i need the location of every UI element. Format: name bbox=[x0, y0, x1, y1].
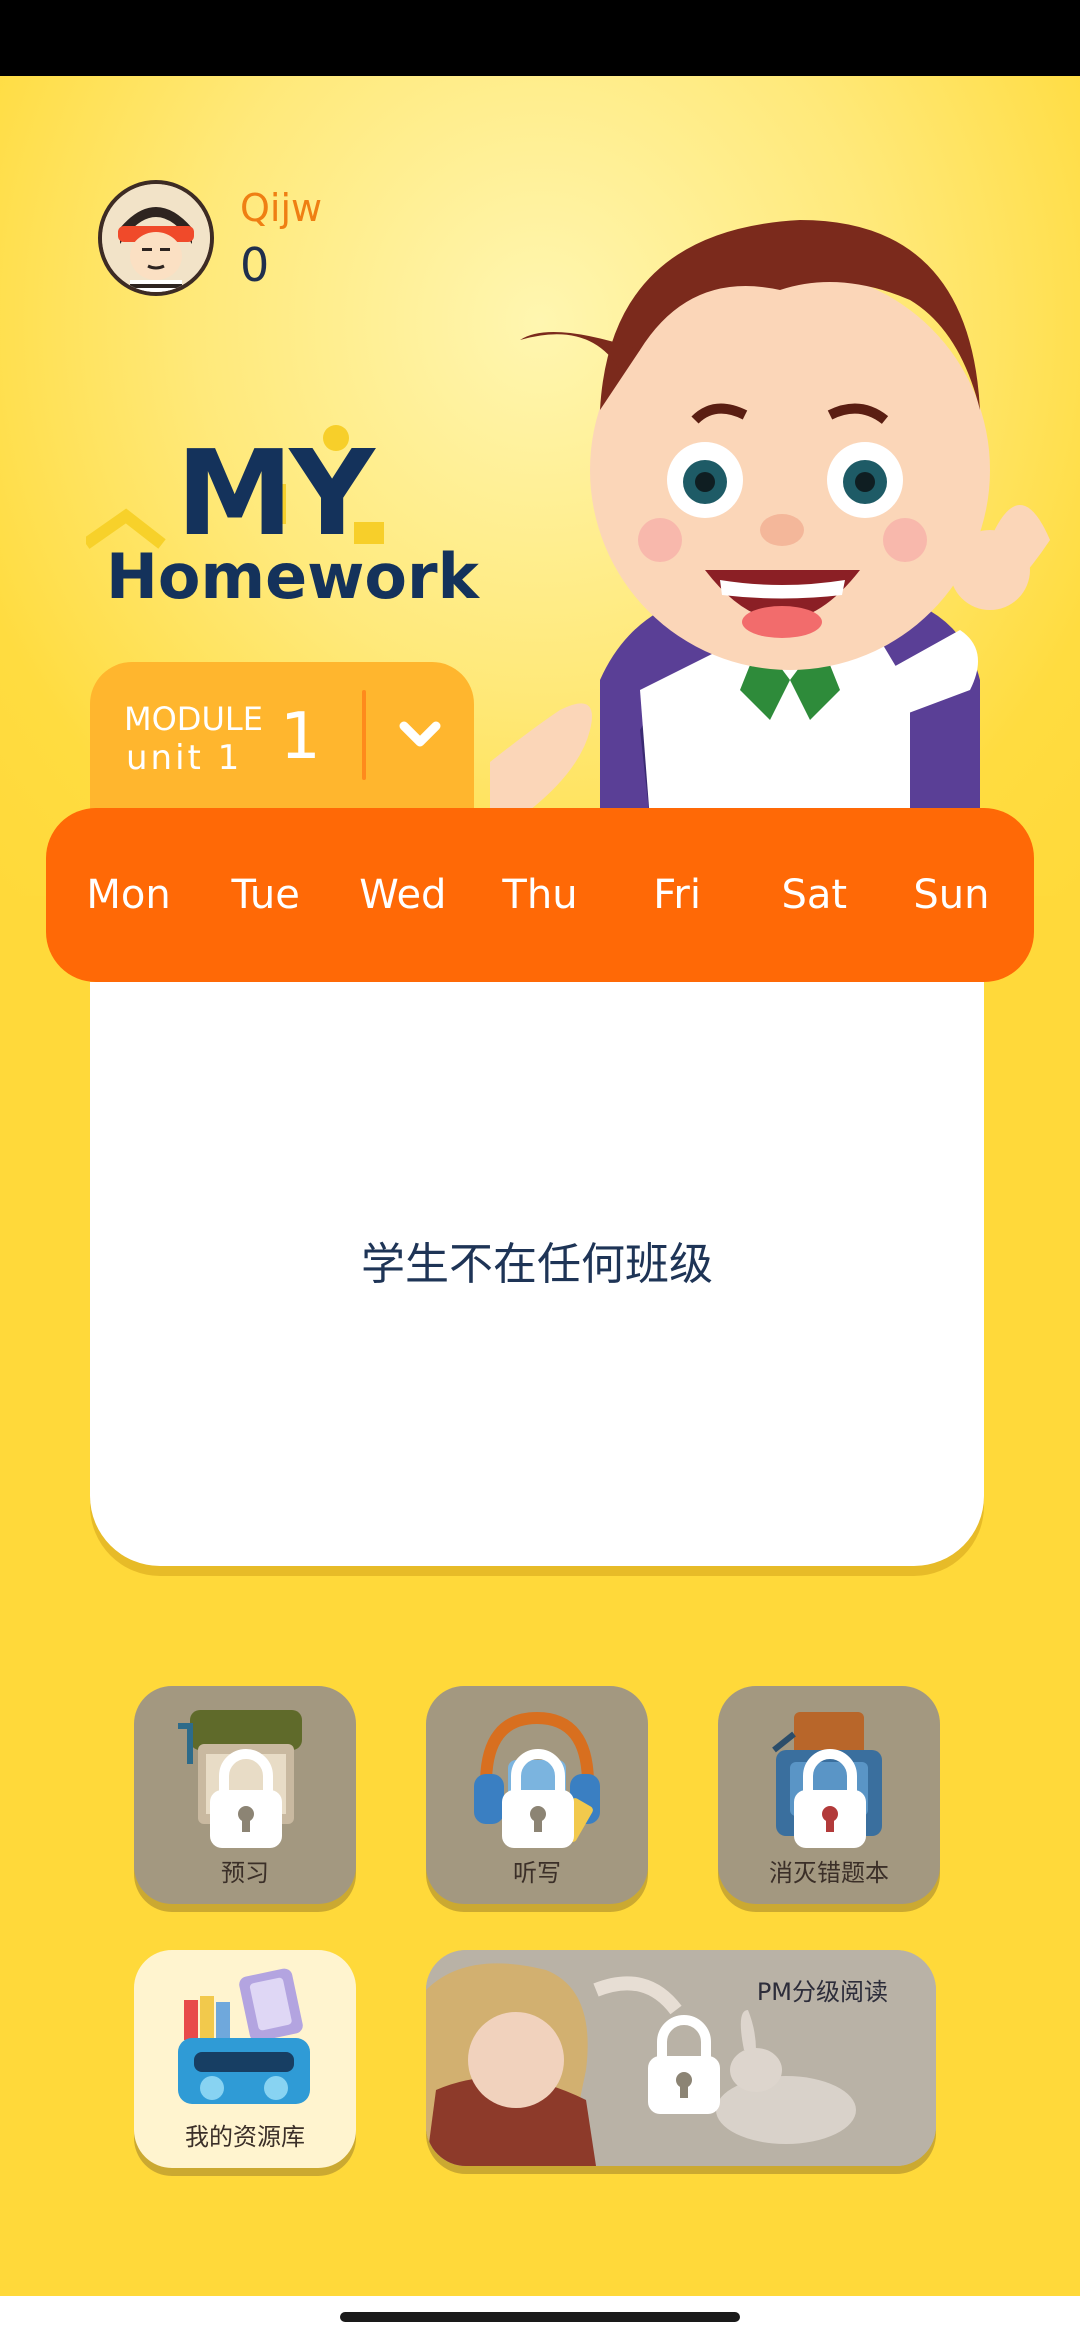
lock-icon bbox=[210, 1749, 282, 1848]
tab-mon[interactable]: Mon bbox=[64, 872, 194, 918]
mistakes-book-label: 消灭错题本 bbox=[769, 1859, 889, 1887]
home-indicator[interactable] bbox=[340, 2312, 740, 2322]
weekday-tabs: Mon Tue Wed Thu Fri Sat Sun bbox=[46, 808, 1034, 982]
chevron-down-icon[interactable] bbox=[390, 708, 450, 762]
tab-wed[interactable]: Wed bbox=[338, 872, 468, 918]
my-homework-logo: MY Homework bbox=[86, 424, 486, 624]
module-title: MODULE bbox=[124, 700, 263, 738]
tab-tue[interactable]: Tue bbox=[201, 872, 331, 918]
dictation-label: 听写 bbox=[513, 1859, 561, 1887]
resource-library-label: 我的资源库 bbox=[185, 2123, 305, 2151]
empty-state-message: 学生不在任何班级 bbox=[361, 1239, 713, 1290]
preview-label: 预习 bbox=[221, 1859, 269, 1887]
module-selector[interactable]: MODULE unit 1 1 bbox=[90, 662, 474, 812]
user-avatar[interactable] bbox=[98, 180, 214, 296]
status-bar bbox=[0, 0, 1080, 76]
module-unit: unit 1 bbox=[126, 738, 243, 778]
dictation-tile[interactable]: 听写 bbox=[426, 1686, 648, 1904]
module-number: 1 bbox=[280, 700, 321, 774]
mistakes-book-tile[interactable]: 消灭错题本 bbox=[718, 1686, 940, 1904]
resource-library-icon bbox=[178, 1968, 310, 2104]
boy-mascot-illustration bbox=[490, 220, 1050, 820]
tab-sun[interactable]: Sun bbox=[886, 872, 1016, 918]
points-count: 0 bbox=[240, 238, 270, 292]
tab-sat[interactable]: Sat bbox=[749, 872, 879, 918]
username: Qijw bbox=[240, 186, 323, 230]
module-divider bbox=[362, 690, 366, 780]
homework-content-panel: 学生不在任何班级 bbox=[90, 982, 984, 1566]
lock-icon bbox=[794, 1749, 866, 1848]
tab-thu[interactable]: Thu bbox=[475, 872, 605, 918]
pm-reading-banner[interactable]: PM分级阅读 bbox=[426, 1950, 936, 2166]
tab-fri[interactable]: Fri bbox=[612, 872, 742, 918]
logo-homework-text: Homework bbox=[106, 540, 479, 613]
lock-icon bbox=[648, 2015, 720, 2114]
preview-tile[interactable]: 预习 bbox=[134, 1686, 356, 1904]
lock-icon bbox=[502, 1749, 574, 1848]
resource-library-tile[interactable]: 我的资源库 bbox=[134, 1950, 356, 2168]
banner-title: PM分级阅读 bbox=[756, 1978, 888, 2006]
